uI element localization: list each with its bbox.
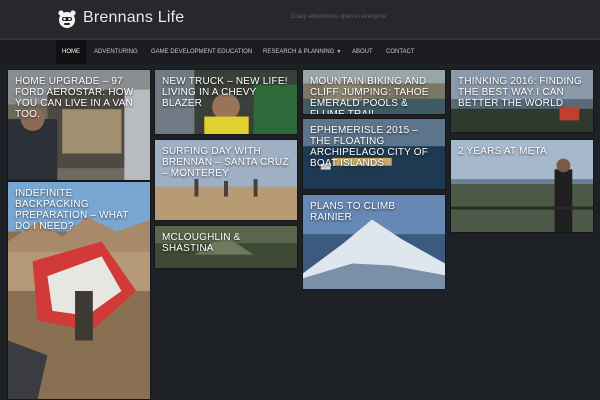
nav-label: HOME	[62, 49, 80, 55]
nav-item-game-development-education[interactable]: GAME DEVELOPMENT EDUCATION	[145, 40, 258, 64]
post-title[interactable]: INDEFINITE BACKPACKING PREPARATION – WHA…	[15, 188, 145, 232]
main-nav: HOME ADVENTURING GAME DEVELOPMENT EDUCAT…	[0, 39, 600, 64]
post-title[interactable]: NEW TRUCK – NEW LIFE! LIVING IN A CHEVY …	[162, 76, 292, 109]
nav-item-about[interactable]: ABOUT	[346, 40, 379, 64]
post-title[interactable]: PLANS TO CLIMB RAINIER	[310, 201, 440, 223]
post-card-surfing-day[interactable]: SURFING DAY WITH BRENNAN – SANTA CRUZ – …	[154, 139, 298, 221]
post-card-2-years-at-meta[interactable]: 2 YEARS AT META	[450, 139, 594, 233]
site-tagline: Crazy adventures open to everyone	[291, 14, 387, 20]
post-card-new-truck[interactable]: NEW TRUCK – NEW LIFE! LIVING IN A CHEVY …	[154, 69, 298, 135]
nav-label: GAME DEVELOPMENT EDUCATION	[151, 49, 253, 55]
post-title[interactable]: THINKING 2016: FINDING THE BEST WAY I CA…	[458, 76, 588, 109]
nav-item-research-planning[interactable]: RESEARCH & PLANNING ▼	[257, 40, 347, 64]
post-card-plans-to-climb-rainier[interactable]: PLANS TO CLIMB RAINIER	[302, 194, 446, 290]
site-title[interactable]: Brennans Life	[83, 9, 184, 27]
site-header: Brennans Life Crazy adventures open to e…	[0, 0, 600, 38]
nav-item-adventuring[interactable]: ADVENTURING	[88, 40, 144, 64]
post-card-thinking-2016[interactable]: THINKING 2016: FINDING THE BEST WAY I CA…	[450, 69, 594, 133]
post-grid: HOME UPGRADE – 97 FORD AEROSTAR: HOW YOU…	[0, 64, 600, 400]
nav-item-home[interactable]: HOME	[56, 40, 86, 64]
post-card-home-upgrade[interactable]: HOME UPGRADE – 97 FORD AEROSTAR: HOW YOU…	[7, 69, 151, 181]
post-title[interactable]: MCLOUGHLIN & SHASTINA	[162, 232, 292, 254]
post-card-indefinite-backpacking[interactable]: INDEFINITE BACKPACKING PREPARATION – WHA…	[7, 181, 151, 400]
nav-label: ADVENTURING	[94, 49, 138, 55]
post-card-mcloughlin-shastina[interactable]: MCLOUGHLIN & SHASTINA	[154, 225, 298, 269]
post-card-ephemerisle[interactable]: EPHEMERISLE 2015 – THE FLOATING ARCHIPEL…	[302, 118, 446, 190]
post-title[interactable]: SURFING DAY WITH BRENNAN – SANTA CRUZ – …	[162, 146, 292, 179]
nav-label: ABOUT	[352, 49, 373, 55]
post-title[interactable]: HOME UPGRADE – 97 FORD AEROSTAR: HOW YOU…	[15, 76, 145, 120]
nav-label: CONTACT	[386, 49, 415, 55]
nav-item-contact[interactable]: CONTACT	[380, 40, 421, 64]
robot-face-icon[interactable]	[57, 8, 77, 30]
post-card-mountain-biking[interactable]: MOUNTAIN BIKING AND CLIFF JUMPING: TAHOE…	[302, 69, 446, 115]
post-title[interactable]: MOUNTAIN BIKING AND CLIFF JUMPING: TAHOE…	[310, 76, 440, 114]
nav-label: RESEARCH & PLANNING	[263, 49, 335, 55]
caret-down-icon: ▼	[336, 49, 342, 55]
post-title[interactable]: 2 YEARS AT META	[458, 146, 588, 157]
post-title[interactable]: EPHEMERISLE 2015 – THE FLOATING ARCHIPEL…	[310, 125, 440, 169]
